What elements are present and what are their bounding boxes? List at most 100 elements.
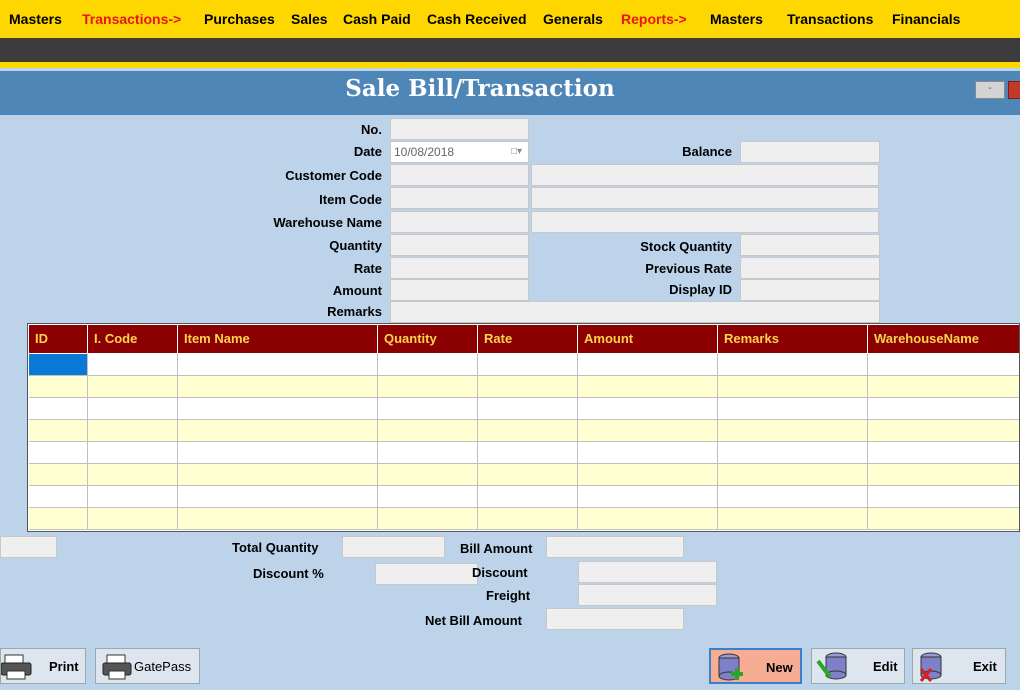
col-header-rate[interactable]: Rate (478, 325, 578, 353)
exit-button[interactable]: Exit (912, 648, 1006, 684)
grid-cell[interactable] (868, 486, 1019, 508)
rate-field[interactable] (390, 257, 529, 279)
menu-cash-paid[interactable]: Cash Paid (343, 11, 411, 27)
grid-cell[interactable] (578, 420, 718, 442)
grid-cell[interactable] (868, 420, 1019, 442)
grid-cell[interactable] (718, 420, 868, 442)
grid-cell[interactable] (88, 508, 178, 530)
warehouse-code-field[interactable] (390, 211, 529, 233)
grid-cell[interactable] (178, 398, 378, 420)
discount-field[interactable] (578, 561, 717, 583)
discount-percent-field[interactable] (375, 563, 478, 585)
bill-amount-field[interactable] (546, 536, 684, 558)
net-bill-amount-field[interactable] (546, 608, 684, 630)
freight-field[interactable] (578, 584, 717, 606)
grid-cell[interactable] (718, 508, 868, 530)
col-header-remarks[interactable]: Remarks (718, 325, 868, 353)
new-button[interactable]: New (709, 648, 802, 684)
grid-cell[interactable] (88, 398, 178, 420)
grid-cell[interactable] (378, 398, 478, 420)
grid-cell[interactable] (478, 442, 578, 464)
col-header-warehouse-name[interactable]: WarehouseName (868, 325, 1019, 353)
grid-cell[interactable] (718, 376, 868, 398)
grid-cell[interactable] (88, 354, 178, 376)
grid-cell[interactable] (29, 354, 88, 376)
grid-cell[interactable] (478, 486, 578, 508)
grid-cell[interactable] (478, 354, 578, 376)
close-button[interactable] (1008, 81, 1020, 99)
grid-cell[interactable] (868, 354, 1019, 376)
left-summary-field[interactable] (0, 536, 57, 558)
grid-cell[interactable] (378, 464, 478, 486)
grid-cell[interactable] (88, 420, 178, 442)
grid-cell[interactable] (478, 464, 578, 486)
col-header-item-name[interactable]: Item Name (178, 325, 378, 353)
balance-field[interactable] (740, 141, 880, 163)
grid-cell[interactable] (178, 354, 378, 376)
grid-cell[interactable] (88, 464, 178, 486)
quantity-field[interactable] (390, 234, 529, 256)
grid-cell[interactable] (378, 420, 478, 442)
grid-cell[interactable] (478, 420, 578, 442)
grid-cell[interactable] (718, 354, 868, 376)
warehouse-name-field[interactable] (531, 211, 879, 233)
grid-cell[interactable] (718, 398, 868, 420)
grid-cell[interactable] (178, 464, 378, 486)
grid-cell[interactable] (578, 508, 718, 530)
no-field[interactable] (390, 118, 529, 140)
grid-cell[interactable] (378, 376, 478, 398)
calendar-dropdown-icon[interactable]: □▾ (511, 142, 522, 162)
grid-cell[interactable] (88, 376, 178, 398)
grid-cell[interactable] (868, 464, 1019, 486)
print-button[interactable]: Print (0, 648, 86, 684)
grid-cell[interactable] (868, 398, 1019, 420)
grid-cell[interactable] (478, 508, 578, 530)
total-quantity-field[interactable] (342, 536, 445, 558)
grid-cell[interactable] (378, 486, 478, 508)
edit-button[interactable]: Edit (811, 648, 905, 684)
grid-cell[interactable] (478, 398, 578, 420)
grid-cell[interactable] (578, 442, 718, 464)
customer-code-field[interactable] (390, 164, 529, 186)
items-grid[interactable]: ID I. Code Item Name Quantity Rate Amoun… (27, 323, 1020, 532)
grid-cell[interactable] (29, 376, 88, 398)
display-id-field[interactable] (740, 279, 880, 301)
menu-masters[interactable]: Masters (9, 11, 62, 27)
menu-reports-submenu[interactable]: Reports-> (621, 11, 687, 27)
grid-cell[interactable] (178, 508, 378, 530)
grid-cell[interactable] (868, 376, 1019, 398)
grid-cell[interactable] (378, 442, 478, 464)
grid-cell[interactable] (578, 398, 718, 420)
grid-cell[interactable] (29, 486, 88, 508)
minimize-button[interactable]: - (975, 81, 1005, 99)
col-header-amount[interactable]: Amount (578, 325, 718, 353)
customer-name-field[interactable] (531, 164, 879, 186)
previous-rate-field[interactable] (740, 257, 880, 279)
grid-cell[interactable] (378, 354, 478, 376)
grid-cell[interactable] (578, 354, 718, 376)
grid-cell[interactable] (578, 376, 718, 398)
date-picker[interactable]: 10/08/2018 □▾ (390, 141, 529, 163)
menu-purchases[interactable]: Purchases (204, 11, 275, 27)
grid-cell[interactable] (178, 376, 378, 398)
menu-financials[interactable]: Financials (892, 11, 960, 27)
grid-cell[interactable] (578, 464, 718, 486)
grid-cell[interactable] (478, 376, 578, 398)
grid-cell[interactable] (868, 508, 1019, 530)
item-code-field[interactable] (390, 187, 529, 209)
col-header-item-code[interactable]: I. Code (88, 325, 178, 353)
grid-cell[interactable] (868, 442, 1019, 464)
grid-cell[interactable] (178, 420, 378, 442)
grid-cell[interactable] (718, 464, 868, 486)
menu-cash-received[interactable]: Cash Received (427, 11, 527, 27)
menu-sales[interactable]: Sales (291, 11, 328, 27)
item-name-field[interactable] (531, 187, 879, 209)
grid-cell[interactable] (29, 420, 88, 442)
grid-cell[interactable] (178, 442, 378, 464)
grid-cell[interactable] (178, 486, 378, 508)
grid-cell[interactable] (29, 508, 88, 530)
grid-cell[interactable] (29, 464, 88, 486)
grid-cell[interactable] (378, 508, 478, 530)
menu-transactions-report[interactable]: Transactions (787, 11, 873, 27)
menu-masters-report[interactable]: Masters (710, 11, 763, 27)
